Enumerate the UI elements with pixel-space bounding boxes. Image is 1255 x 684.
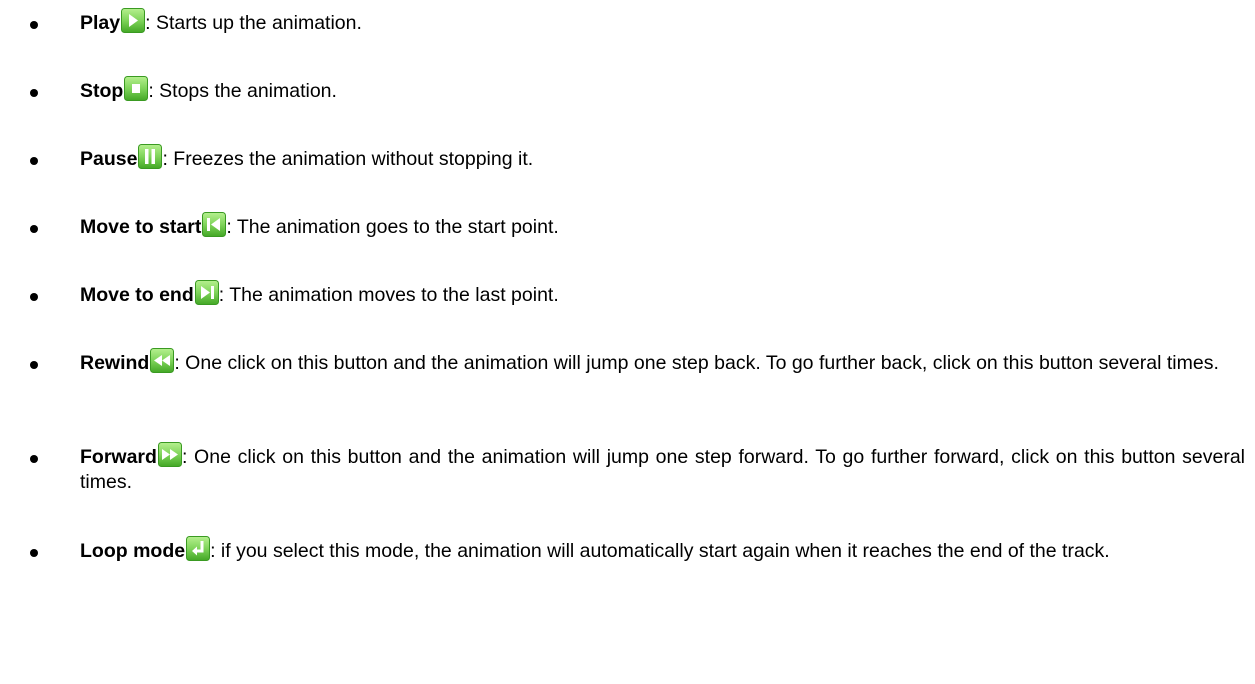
control-button-list: Play : Starts up the animation. Stop : Sto…	[0, 0, 1255, 684]
list-item-text: Rewind : One click on this button and the…	[80, 348, 1245, 376]
pause-icon	[138, 144, 163, 169]
list-item-text: Stop : Stops the animation.	[80, 76, 1245, 104]
list-item-text: Pause : Freezes the animation without sto…	[80, 144, 1245, 172]
fast-forward-icon	[157, 442, 182, 467]
term-description: : Freezes the animation without stopping…	[162, 148, 534, 170]
term-label: Forward	[80, 446, 157, 468]
term-description: : One click on this button and the anima…	[80, 446, 1245, 493]
bullet-point	[30, 361, 38, 369]
skip-to-end-icon	[194, 280, 219, 305]
stop-icon	[124, 76, 149, 101]
bullet-point	[30, 157, 38, 165]
list-item-text: Move to start : The animation goes to the…	[80, 212, 1245, 240]
bullet-point	[30, 293, 38, 301]
bullet-point	[30, 89, 38, 97]
skip-to-start-icon	[202, 212, 227, 237]
bullet-point	[30, 225, 38, 233]
list-item-text: Move to end : The animation moves to the …	[80, 280, 1245, 308]
term-label: Pause	[80, 148, 138, 170]
list-item-text: Play : Starts up the animation.	[80, 8, 1245, 36]
bullet-point	[30, 549, 38, 557]
term-description: : The animation moves to the last point.	[218, 284, 559, 306]
term-label: Move to end	[80, 284, 194, 306]
term-description: : Stops the animation.	[148, 80, 337, 102]
term-label: Stop	[80, 80, 124, 102]
play-icon	[121, 8, 146, 33]
term-description: : Starts up the animation.	[145, 12, 362, 34]
term-description: : if you select this mode, the animation…	[210, 540, 1110, 562]
term-description: : The animation goes to the start point.	[226, 216, 559, 238]
term-label: Play	[80, 12, 121, 34]
term-label: Rewind	[80, 352, 150, 374]
rewind-icon	[150, 348, 175, 373]
term-label: Loop mode	[80, 540, 186, 562]
bullet-point	[30, 455, 38, 463]
list-item-text: Forward: One click on this button and th…	[80, 442, 1245, 495]
term-description: : One click on this button and the anima…	[174, 352, 1219, 374]
list-item-text: Loop mode : if you select this mode, the …	[80, 536, 1245, 564]
bullet-point	[30, 21, 38, 29]
term-label: Move to start	[80, 216, 202, 238]
loop-icon	[186, 536, 211, 561]
